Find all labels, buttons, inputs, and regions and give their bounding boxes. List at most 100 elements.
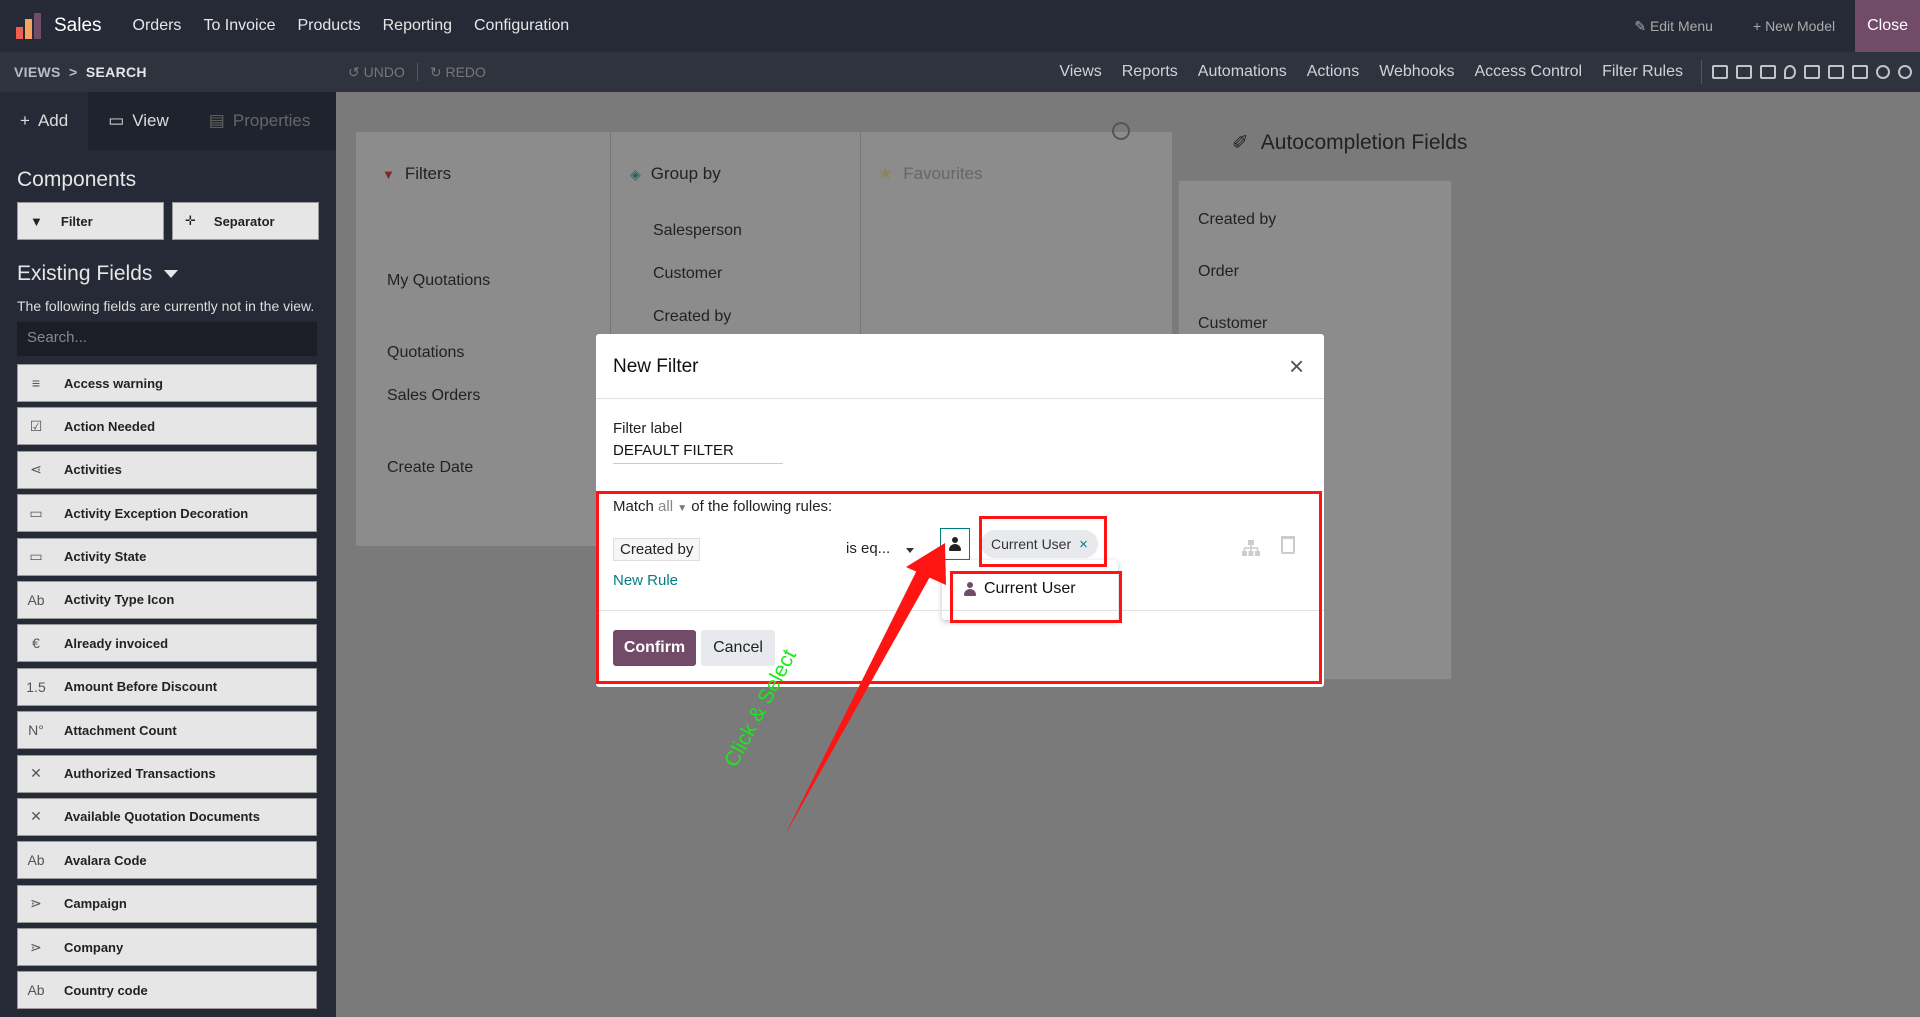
close-studio-button[interactable]: Close — [1855, 0, 1920, 52]
field-item[interactable]: ⋖ Activities — [17, 450, 317, 489]
pivot-view-icon[interactable] — [1852, 65, 1868, 79]
filter-item[interactable]: My Quotations — [387, 272, 490, 290]
edit-menu-button[interactable]: ✎ Edit Menu — [1614, 18, 1733, 35]
field-item[interactable]: € Already invoiced — [17, 624, 317, 663]
menu-to-invoice[interactable]: To Invoice — [192, 17, 286, 35]
field-label: Activity Type Icon — [64, 592, 175, 608]
properties-icon: ▤ — [208, 111, 225, 130]
monetary-icon: € — [32, 635, 40, 652]
link-automations[interactable]: Automations — [1188, 63, 1297, 81]
redo-button[interactable]: ↻ REDO — [430, 64, 486, 81]
link-access-control[interactable]: Access Control — [1465, 63, 1593, 81]
field-item[interactable]: ▭ Activity State — [17, 537, 317, 576]
field-item[interactable]: ⋗ Campaign — [17, 884, 317, 923]
breadcrumb: VIEWS > SEARCH — [14, 64, 147, 80]
filter-component[interactable]: ▼ Filter — [17, 202, 164, 240]
tab-view-label: View — [132, 111, 169, 130]
undo-redo-divider — [416, 63, 418, 81]
autocompletion-heading: ✐ Autocompletion Fields — [1232, 130, 1467, 155]
autocompletion-title: Autocompletion Fields — [1260, 130, 1468, 154]
groupby-item[interactable]: Customer — [653, 265, 722, 283]
existing-fields-note: The following fields are currently not i… — [17, 298, 315, 314]
field-label: Amount Before Discount — [64, 679, 218, 695]
char-icon: Ab — [27, 982, 45, 999]
magic-wand-icon: ✐ — [1232, 132, 1249, 154]
tab-add[interactable]: + Add — [0, 92, 89, 150]
activity-view-icon[interactable] — [1876, 65, 1890, 79]
undo-button[interactable]: ↺ UNDO — [348, 64, 405, 81]
groupby-item[interactable]: Salesperson — [653, 222, 742, 240]
checkbox-icon: ☑ — [29, 417, 43, 434]
field-label: Company — [64, 939, 124, 955]
filter-label-caption: Filter label — [613, 420, 683, 437]
close-icon[interactable]: × — [1289, 353, 1304, 379]
field-label: Access warning — [64, 375, 163, 391]
sales-app-icon[interactable] — [16, 13, 42, 39]
search-view-icon[interactable] — [1898, 65, 1912, 79]
field-item[interactable]: ⋗ Company — [17, 928, 317, 967]
map-view-icon[interactable] — [1784, 65, 1796, 79]
separator-component[interactable]: ✛ Separator — [172, 202, 319, 240]
field-item[interactable]: ✕ Authorized Transactions — [17, 754, 317, 793]
menu-products[interactable]: Products — [286, 17, 371, 35]
separator-component-label: Separator — [213, 213, 275, 229]
redo-label: REDO — [445, 63, 486, 80]
filter-label-input[interactable]: DEFAULT FILTER — [613, 442, 783, 464]
field-label: Country code — [64, 982, 148, 998]
new-model-label: New Model — [1765, 18, 1836, 34]
fields-search-input[interactable]: Search... — [17, 322, 317, 356]
tag-highlight-box — [979, 516, 1107, 567]
field-item[interactable]: ▭ Activity Exception Decoration — [17, 494, 317, 533]
char-icon: Ab — [27, 591, 45, 608]
field-item[interactable]: N° Attachment Count — [17, 711, 317, 750]
selection-icon: ▭ — [29, 504, 43, 521]
field-label: Campaign — [64, 896, 127, 912]
tab-properties[interactable]: ▤ Properties — [189, 92, 331, 150]
integer-icon: N° — [28, 722, 44, 739]
funnel-icon: ▼ — [30, 213, 43, 229]
many2one-icon: ⋗ — [30, 895, 42, 912]
autocomplete-item[interactable]: Customer — [1198, 315, 1267, 333]
autocomplete-item[interactable]: Order — [1198, 263, 1239, 281]
menu-orders[interactable]: Orders — [122, 17, 193, 35]
field-label: Available Quotation Documents — [64, 809, 260, 825]
calendar-view-icon[interactable] — [1804, 65, 1820, 79]
field-item[interactable]: Ab Country code — [17, 971, 317, 1010]
dialog-header-divider — [596, 398, 1324, 399]
field-item[interactable]: Ab Avalara Code — [17, 841, 317, 880]
link-actions[interactable]: Actions — [1297, 63, 1369, 81]
kanban-view-icon[interactable] — [1760, 65, 1776, 79]
field-item[interactable]: ☑ Action Needed — [17, 407, 317, 446]
list-view-icon[interactable] — [1736, 65, 1752, 79]
many2many-icon: ✕ — [30, 765, 42, 782]
field-label: Action Needed — [64, 418, 156, 434]
new-model-button[interactable]: + New Model — [1733, 18, 1855, 34]
tab-view[interactable]: ▭ View — [88, 92, 189, 150]
field-label: Activity State — [64, 549, 147, 565]
link-filter-rules[interactable]: Filter Rules — [1592, 63, 1693, 81]
app-name[interactable]: Sales — [54, 15, 102, 37]
filter-item[interactable]: Create Date — [387, 459, 473, 477]
undo-redo: ↺ UNDO ↻ REDO — [348, 63, 486, 81]
autocomplete-item[interactable]: Created by — [1198, 211, 1276, 229]
breadcrumb-views[interactable]: VIEWS — [14, 64, 61, 80]
top-navbar: Sales Orders To Invoice Products Reporti… — [0, 0, 1920, 52]
field-item[interactable]: Ab Activity Type Icon — [17, 580, 317, 619]
groupby-item[interactable]: Created by — [653, 308, 731, 326]
menu-configuration[interactable]: Configuration — [463, 17, 580, 35]
field-item[interactable]: 1.5 Amount Before Discount — [17, 667, 317, 706]
existing-fields-toggle[interactable]: Existing Fields — [17, 262, 336, 286]
field-item[interactable]: ✕ Available Quotation Documents — [17, 797, 317, 836]
field-item[interactable]: ≡ Access warning — [17, 364, 317, 402]
graph-view-icon[interactable] — [1828, 65, 1844, 79]
link-webhooks[interactable]: Webhooks — [1369, 63, 1464, 81]
form-view-icon[interactable] — [1712, 65, 1728, 79]
link-reports[interactable]: Reports — [1112, 63, 1188, 81]
field-label: Authorized Transactions — [64, 766, 216, 782]
undo-label: UNDO — [363, 63, 405, 80]
filter-item[interactable]: Quotations — [387, 344, 464, 362]
favourites-heading-label: Favourites — [903, 164, 983, 183]
menu-reporting[interactable]: Reporting — [372, 17, 463, 35]
link-views[interactable]: Views — [1049, 63, 1111, 81]
filter-item[interactable]: Sales Orders — [387, 387, 480, 405]
